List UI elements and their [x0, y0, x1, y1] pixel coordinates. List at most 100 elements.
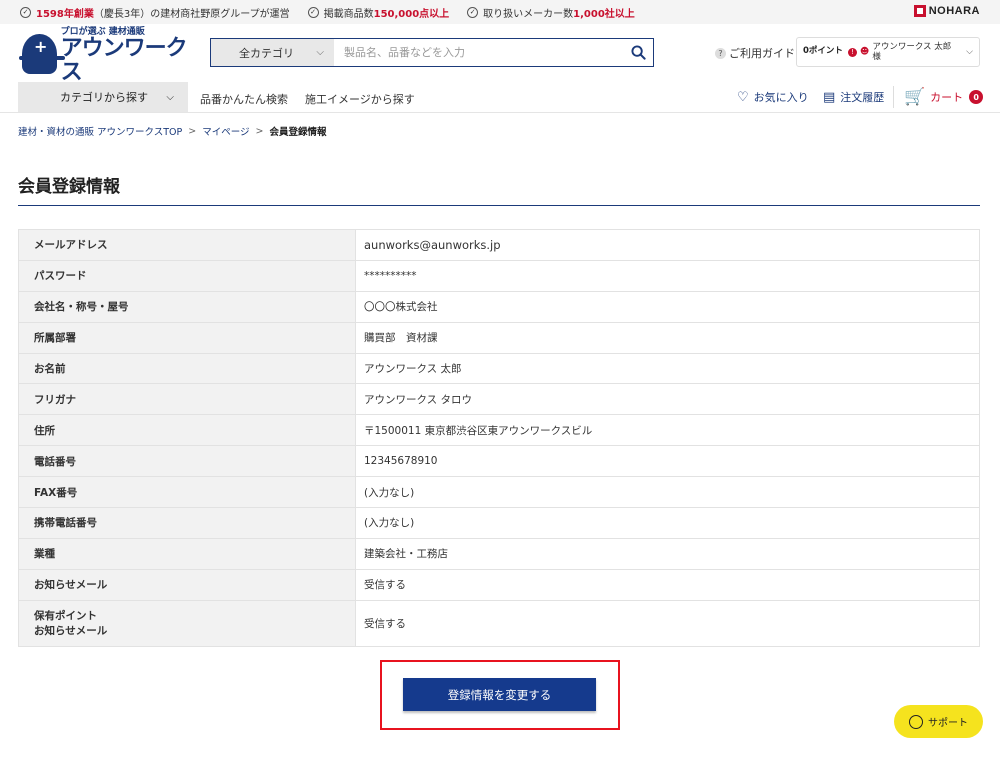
breadcrumb: 建材・資材の通販 アウンワークスTOP > マイページ > 会員登録情報 — [18, 124, 327, 139]
cart-link[interactable]: 🛒 カート 0 — [904, 87, 984, 107]
claim-makers-prefix: 取り扱いメーカー数 — [483, 8, 574, 20]
row-value: 12345678910 — [355, 445, 980, 478]
question-icon: ? — [715, 47, 726, 59]
support-chat-button[interactable]: サポート — [894, 705, 983, 738]
table-row: パスワード ********** — [18, 259, 980, 292]
table-row: 所属部署 購買部 資材課 — [18, 321, 980, 354]
member-info-table: メールアドレス aunworks@aunworks.jp パスワード *****… — [18, 229, 980, 647]
row-label: 所属部署 — [18, 321, 356, 354]
main-nav: カテゴリから探す ⌵ 品番かんたん検索 施工イメージから探す ♡ お気に入り ▤… — [0, 82, 1000, 113]
nav-part-number-search[interactable]: 品番かんたん検索 — [200, 91, 288, 107]
claim-founded-text: （慶長3年）の建材商社野原グループが運営 — [93, 8, 290, 20]
order-history-link[interactable]: ▤ 注文履歴 — [823, 89, 884, 105]
row-label: パスワード — [18, 259, 356, 292]
row-label: 携帯電話番号 — [18, 507, 356, 539]
site-logo[interactable]: プロが選ぶ 建材通販 アウンワークス — [19, 27, 188, 84]
nav-construction-images[interactable]: 施工イメージから探す — [305, 91, 415, 107]
claim-products-highlight: 150,000点以上 — [373, 8, 450, 20]
row-value: (入力なし) — [355, 476, 980, 509]
favorites-label: お気に入り — [753, 91, 809, 104]
table-row: 住所 〒1500011 東京都渋谷区東アウンワークスビル — [18, 414, 980, 447]
row-label: お知らせメール — [18, 568, 356, 601]
row-value: アウンワークス 太郎 — [355, 352, 980, 385]
chat-bubble-icon — [909, 714, 923, 729]
account-user-name: アウンワークス 太郎 様 — [872, 42, 951, 62]
document-icon: ▤ — [823, 89, 836, 105]
claim-founded: ✓ 1598年創業 （慶長3年）の建材商社野原グループが運営 — [20, 5, 290, 20]
table-row: 会社名・称号・屋号 〇〇〇株式会社 — [18, 290, 980, 323]
check-circle-icon: ✓ — [467, 6, 479, 18]
account-user-name-line2: 様 — [872, 52, 881, 62]
table-row: お名前 アウンワークス 太郎 — [18, 352, 980, 385]
favorites-link[interactable]: ♡ お気に入り — [737, 89, 809, 105]
row-value: 建築会社・工務店 — [355, 537, 980, 570]
row-value: 受信する — [355, 599, 980, 647]
claim-products-prefix: 掲載商品数 — [323, 8, 374, 20]
row-value: aunworks@aunworks.jp — [355, 229, 980, 261]
logo-name: アウンワークス — [60, 35, 188, 85]
nohara-logo[interactable]: NOHARA — [913, 5, 980, 17]
table-row: 電話番号 12345678910 — [18, 445, 980, 478]
row-label: メールアドレス — [18, 229, 356, 261]
cart-count-badge: 0 — [969, 90, 984, 104]
claim-founded-highlight: 1598年創業 — [36, 8, 94, 20]
row-label-line2: お知らせメール — [34, 625, 108, 638]
category-browse-button[interactable]: カテゴリから探す ⌵ — [18, 82, 188, 112]
nohara-mark-icon — [913, 5, 926, 17]
table-row: フリガナ アウンワークス タロウ — [18, 383, 980, 416]
check-circle-icon: ✓ — [20, 6, 31, 18]
table-row: メールアドレス aunworks@aunworks.jp — [18, 229, 980, 261]
title-divider — [18, 205, 980, 206]
row-label: 保有ポイント お知らせメール — [18, 599, 356, 647]
breadcrumb-separator: > — [255, 125, 264, 137]
row-label: 業種 — [18, 537, 356, 570]
chevron-down-icon: ⌵ — [316, 47, 324, 58]
category-browse-label: カテゴリから探す — [60, 91, 148, 104]
claim-makers-highlight: 1,000社以上 — [573, 8, 635, 20]
cart-label: カート — [930, 91, 964, 104]
row-label: FAX番号 — [18, 476, 356, 509]
table-row: お知らせメール 受信する — [18, 568, 980, 601]
search-category-select[interactable]: 全カテゴリ ⌵ — [211, 39, 334, 66]
order-history-label: 注文履歴 — [840, 91, 885, 104]
chevron-down-icon: ⌵ — [166, 91, 174, 103]
cart-icon: 🛒 — [904, 87, 926, 107]
helmet-logo-icon — [19, 34, 65, 74]
row-label: フリガナ — [18, 383, 356, 416]
user-guide-link[interactable]: ? ご利用ガイド — [715, 45, 795, 61]
search-category-label: 全カテゴリ — [239, 46, 294, 60]
check-circle-icon: ✓ — [307, 6, 319, 18]
row-label: 会社名・称号・屋号 — [18, 290, 356, 323]
row-value: 受信する — [355, 568, 980, 601]
row-value: 購買部 資材課 — [355, 321, 980, 354]
row-label-line1: 保有ポイント — [34, 610, 97, 623]
breadcrumb-top[interactable]: 建材・資材の通販 アウンワークスTOP — [18, 124, 182, 138]
top-info-bar: ✓ 1598年創業 （慶長3年）の建材商社野原グループが運営 ✓ 掲載商品数 1… — [0, 0, 1000, 24]
row-value: 〒1500011 東京都渋谷区東アウンワークスビル — [355, 414, 980, 447]
search-button[interactable] — [623, 39, 653, 66]
nohara-logo-text: NOHARA — [928, 5, 980, 17]
search-icon — [630, 45, 646, 60]
search-bar: 全カテゴリ ⌵ — [210, 38, 654, 67]
logo-tagline: プロが選ぶ 建材通販 — [60, 26, 145, 37]
support-label: サポート — [928, 718, 968, 729]
user-guide-label: ご利用ガイド — [729, 47, 795, 60]
page-title: 会員登録情報 — [18, 177, 120, 197]
table-row: FAX番号 (入力なし) — [18, 476, 980, 509]
heart-plus-icon: ♡ — [737, 89, 749, 105]
row-value: ********** — [355, 259, 980, 292]
row-value: アウンワークス タロウ — [355, 383, 980, 416]
user-icon: ☻ — [859, 47, 870, 57]
account-user-name-line1: アウンワークス 太郎 — [872, 42, 952, 52]
row-label: お名前 — [18, 352, 356, 385]
chevron-down-icon: ⌵ — [966, 47, 973, 57]
claim-makers: ✓ 取り扱いメーカー数 1,000社以上 — [467, 5, 635, 20]
table-row: 携帯電話番号 (入力なし) — [18, 507, 980, 539]
points-balance: 0ポイント — [803, 46, 843, 56]
account-menu[interactable]: 0ポイント ! ☻ アウンワークス 太郎 様 ⌵ — [796, 37, 980, 67]
breadcrumb-current: 会員登録情報 — [269, 127, 327, 138]
breadcrumb-mypage[interactable]: マイページ — [202, 124, 249, 138]
search-input[interactable] — [334, 39, 623, 66]
alert-icon: ! — [847, 47, 857, 57]
edit-registration-button[interactable]: 登録情報を変更する — [403, 678, 596, 711]
